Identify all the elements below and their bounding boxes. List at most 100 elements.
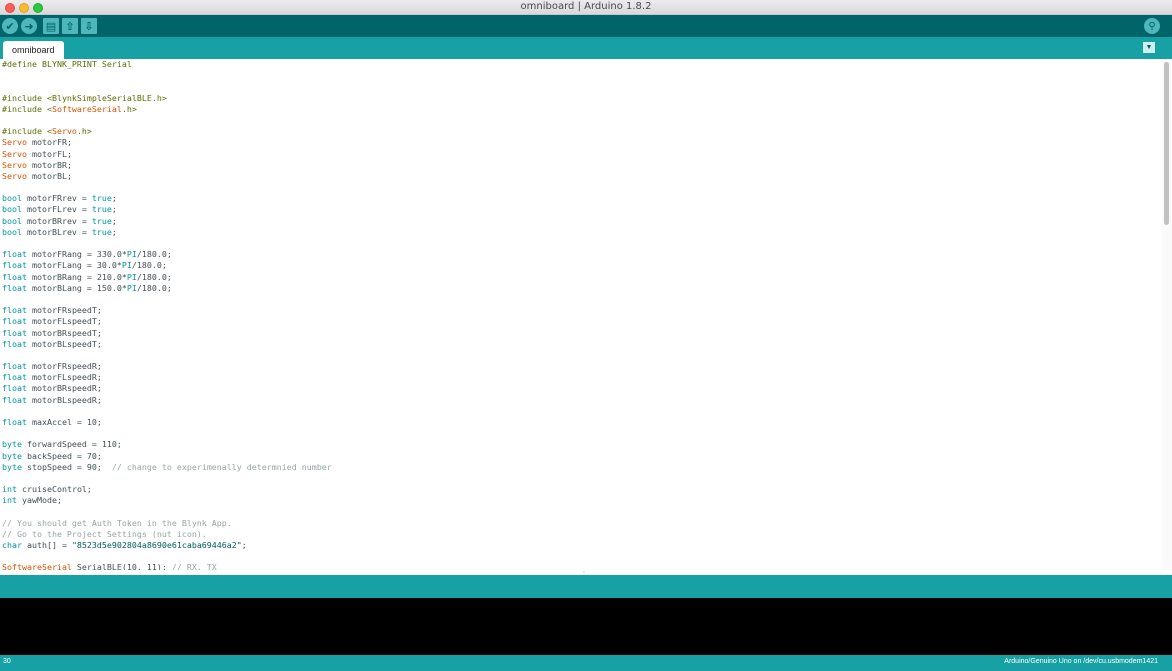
code-text[interactable]: #define BLYNK_PRINT Serial #include <Blyn… [2,59,332,570]
code-line[interactable] [2,294,332,305]
code-editor[interactable]: #define BLYNK_PRINT Serial #include <Blyn… [0,59,1162,570]
tab-menu-button[interactable]: ▼ [1143,42,1155,53]
code-line[interactable]: #include <SoftwareSerial.h> [2,104,332,115]
save-sketch-button[interactable]: ⇩ [81,18,97,34]
code-line[interactable] [2,70,332,81]
code-token: .h> [76,126,92,137]
code-token: #include < [2,126,52,137]
code-token: "8523d5e902804a8690e61caba69446a2" [71,540,242,551]
code-token: ; [111,193,117,204]
code-token: bool [2,204,22,215]
code-line[interactable]: float motorBRspeedT; [2,328,332,339]
code-line[interactable]: float motorBRspeedR; [2,383,332,394]
code-line[interactable] [2,428,332,439]
code-token: // You should get Auth Token in the Blyn… [2,517,232,528]
code-token: // RX, TX [171,562,217,570]
code-line[interactable] [2,115,332,126]
open-sketch-button[interactable]: ⇧ [62,18,78,34]
code-line[interactable]: bool motorBLrev = true; [2,227,332,238]
title-bar: omniboard | Arduino 1.8.2 [0,0,1172,15]
code-token: /180.0; [136,282,172,293]
code-line[interactable]: float motorFRspeedT; [2,305,332,316]
code-line[interactable]: bool motorFLrev = true; [2,204,332,215]
code-line[interactable]: Servo motorBR; [2,160,332,171]
code-token: motorBR; [26,159,72,170]
code-token: motorBLrev = [21,226,92,237]
code-line[interactable]: #define BLYNK_PRINT Serial [2,59,332,70]
code-line[interactable]: int cruiseControl; [2,484,332,495]
code-line[interactable]: // You should get Auth Token in the Blyn… [2,518,332,529]
code-line[interactable]: float motorFLspeedT; [2,316,332,327]
code-line[interactable]: SoftwareSerial SerialBLE(10, 11); // RX,… [2,562,332,570]
code-line[interactable]: // Go to the Project Settings (nut icon)… [2,529,332,540]
editor-scrollbar[interactable] [1164,62,1169,225]
code-line[interactable]: byte stopSpeed = 90; // change to experi… [2,462,332,473]
code-line[interactable]: char auth[] = "8523d5e902804a8690e61caba… [2,540,332,551]
code-token: motorBRspeedR; [26,383,102,394]
code-line[interactable]: int yawMode; [2,495,332,506]
code-line[interactable]: Servo motorFR; [2,137,332,148]
arrow-up-icon: ⇧ [65,19,75,33]
code-line[interactable]: byte backSpeed = 70; [2,451,332,462]
code-line[interactable]: float maxAccel = 10; [2,417,332,428]
code-token: motorFL; [26,148,72,159]
code-line[interactable] [2,350,332,361]
code-token: ; [111,215,117,226]
arrow-down-icon: ⇩ [84,19,94,33]
code-line[interactable]: float motorFLspeedR; [2,372,332,383]
code-token: motorBRang = 210.0* [26,271,127,282]
code-token: float [2,417,27,427]
code-token: motorFRrev = [21,193,92,204]
code-token: /180.0; [136,271,172,282]
verify-button[interactable]: ✔ [2,18,18,34]
code-token: cruiseControl; [17,484,92,495]
code-token: true [91,226,112,237]
new-sketch-button[interactable]: ▤ [43,18,59,34]
code-token: motorBLspeedR; [26,394,102,405]
code-token: motorFRspeedT; [26,305,102,316]
code-token: float [2,282,27,293]
code-line[interactable]: #include <BlynkSimpleSerialBLE.h> [2,93,332,104]
serial-monitor-button[interactable]: ⚲ [1144,18,1160,34]
code-token: motorBLspeedT; [26,338,102,349]
code-line[interactable]: float motorBLspeedR; [2,395,332,406]
code-line[interactable] [2,551,332,562]
code-token: SerialBLE(10, 11); [71,562,172,570]
upload-button[interactable]: ➜ [21,18,37,34]
console-output[interactable] [0,598,1172,655]
code-line[interactable]: float motorBRang = 210.0*PI/180.0; [2,272,332,283]
code-token: PI [126,282,137,293]
new-file-icon: ▤ [45,19,57,33]
code-token: Servo [51,126,77,137]
code-token: byte [2,461,22,472]
code-token: float [2,316,27,327]
code-line[interactable] [2,473,332,484]
code-line[interactable]: float motorBLang = 150.0*PI/180.0; [2,283,332,294]
code-token: SoftwareSerial [51,103,122,114]
code-line[interactable]: Servo motorBL; [2,171,332,182]
code-line[interactable]: bool motorFRrev = true; [2,193,332,204]
code-line[interactable] [2,182,332,193]
code-line[interactable] [2,81,332,92]
code-line[interactable]: float motorFRspeedR; [2,361,332,372]
code-token: motorBRspeedT; [26,327,102,338]
tab-bar: omniboard ▼ [0,37,1172,59]
code-line[interactable]: Servo motorFL; [2,149,332,160]
code-line[interactable]: float motorFRang = 330.0*PI/180.0; [2,249,332,260]
tab-omniboard[interactable]: omniboard [3,41,64,59]
code-token: bool [2,226,22,237]
line-number: 30 [3,658,11,665]
code-line[interactable]: float motorBLspeedT; [2,339,332,350]
code-token: float [2,338,27,349]
code-line[interactable] [2,406,332,417]
code-token: Servo [2,137,27,148]
code-line[interactable]: float motorFLang = 30.0*PI/180.0; [2,260,332,271]
code-token: ; [111,204,117,215]
code-line[interactable]: byte forwardSpeed = 110; [2,439,332,450]
code-line[interactable] [2,238,332,249]
code-line[interactable]: bool motorBRrev = true; [2,216,332,227]
code-line[interactable] [2,507,332,518]
toolbar: ✔ ➜ ▤ ⇧ ⇩ ⚲ [0,15,1172,37]
code-line[interactable]: #include <Servo.h> [2,126,332,137]
code-token: byte [2,450,22,461]
